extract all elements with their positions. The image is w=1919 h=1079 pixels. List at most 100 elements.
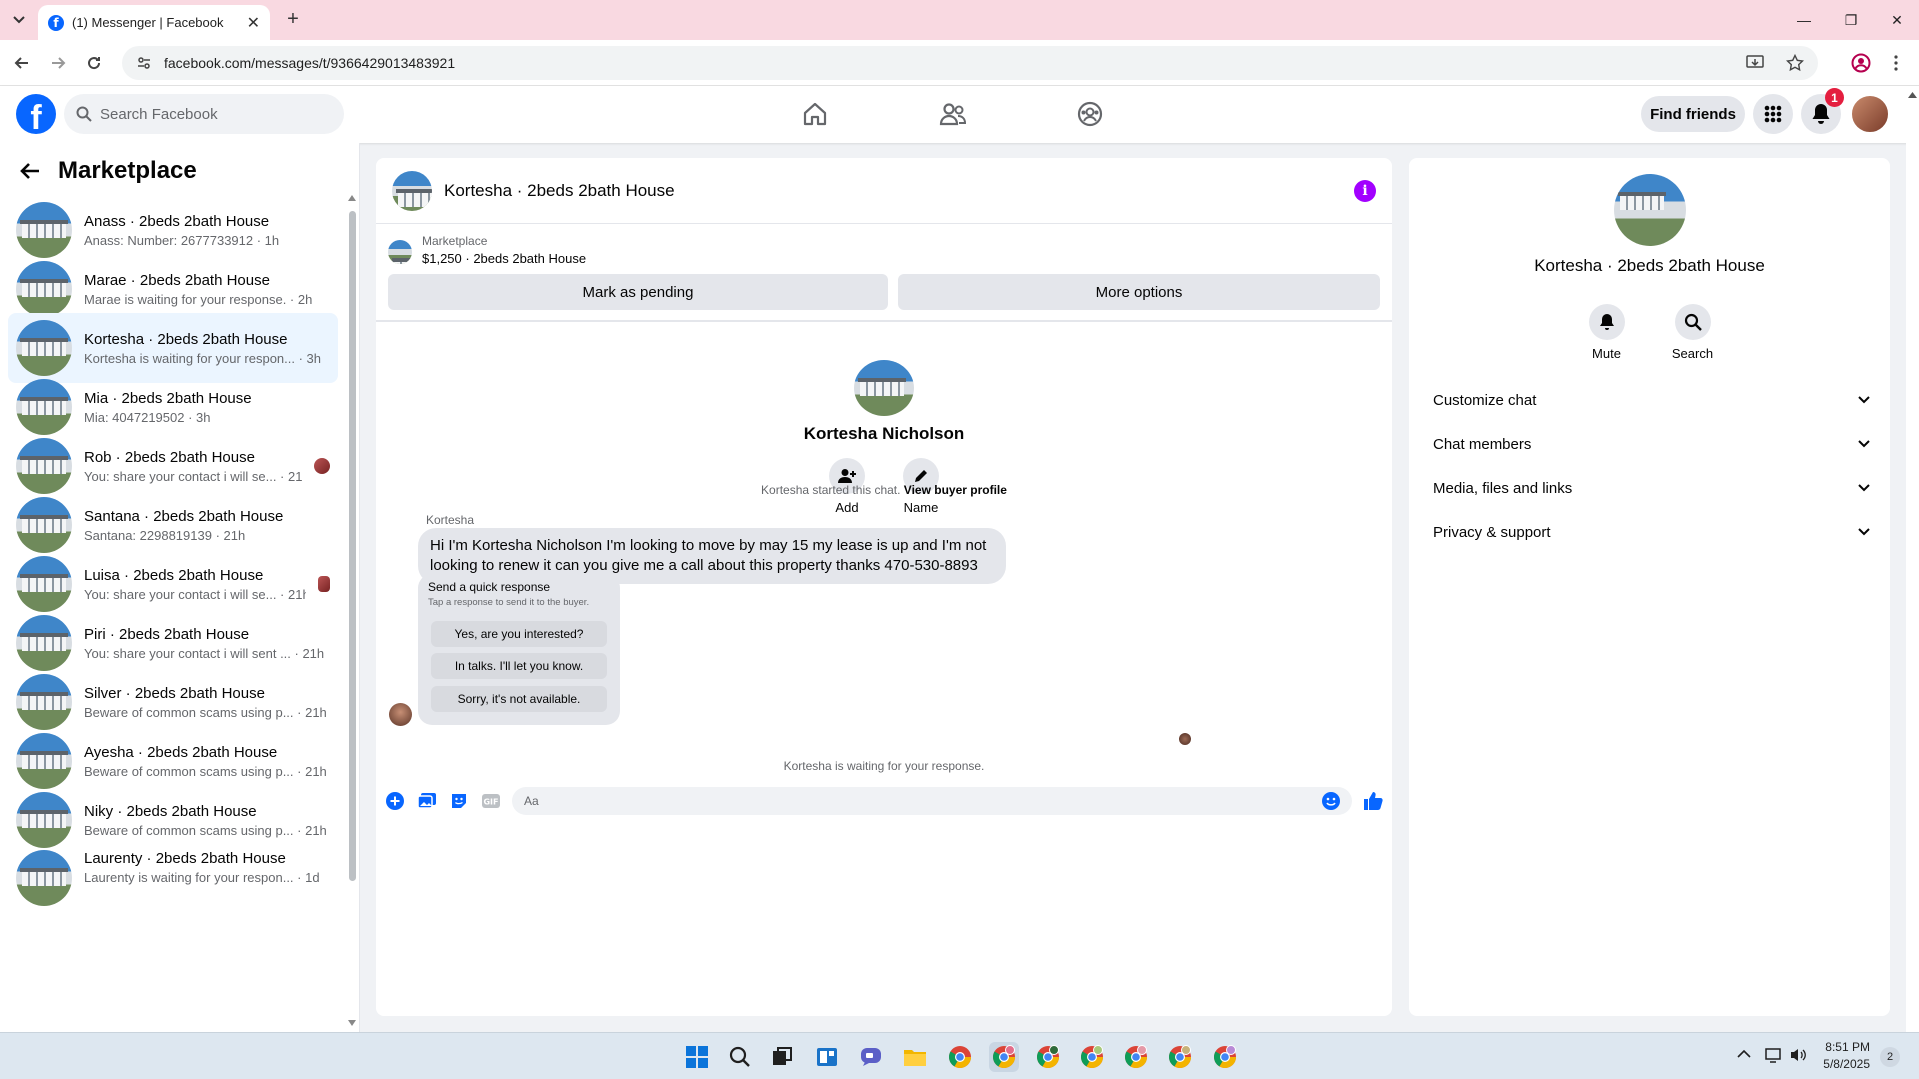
- scroll-down-arrow-icon[interactable]: [348, 1020, 356, 1028]
- sidebar-title: Marketplace: [58, 157, 197, 184]
- volume-icon[interactable]: [1789, 1047, 1807, 1063]
- show-hidden-icons-chevron-icon[interactable]: [1737, 1049, 1751, 1059]
- back-arrow-icon[interactable]: [20, 162, 40, 180]
- gif-icon[interactable]: GIF: [480, 790, 502, 812]
- conversation-name: Niky · 2beds 2bath House: [84, 802, 257, 820]
- chrome-profile-1-icon[interactable]: [989, 1042, 1019, 1072]
- tab-search-icon[interactable]: [8, 11, 30, 29]
- reload-icon[interactable]: [82, 51, 106, 75]
- conversation-preview: Beware of common scams using p... · 21h: [84, 704, 327, 720]
- profile-icon[interactable]: [1849, 51, 1873, 75]
- media-files-links-section[interactable]: Media, files and links: [1425, 468, 1874, 508]
- listing-thumbnail: [16, 615, 72, 671]
- listing-thumbnail: [16, 438, 72, 494]
- chrome-profile-5-icon[interactable]: [1165, 1042, 1195, 1072]
- seen-avatar: [314, 458, 330, 474]
- message-input[interactable]: Aa: [512, 787, 1352, 815]
- view-buyer-profile-link[interactable]: View buyer profile: [904, 483, 1007, 497]
- more-options-button[interactable]: More options: [898, 274, 1380, 310]
- section-label: Customize chat: [1433, 391, 1537, 409]
- address-bar[interactable]: facebook.com/messages/t/9366429013483921: [122, 46, 1818, 80]
- svg-text:GIF: GIF: [483, 798, 498, 807]
- listing-price-title: $1,250 · 2beds 2bath House: [422, 251, 587, 266]
- thumbs-up-icon[interactable]: [1362, 790, 1384, 812]
- quick-reply-in-talks[interactable]: In talks. I'll let you know.: [431, 653, 607, 679]
- scroll-up-arrow-icon[interactable]: [348, 195, 356, 203]
- started-text: Kortesha started this chat.: [761, 483, 901, 497]
- close-tab-icon[interactable]: ✕: [247, 13, 260, 33]
- facebook-logo-icon[interactable]: f: [16, 94, 56, 134]
- conversation-name: Santana · 2beds 2bath House: [84, 507, 284, 525]
- facebook-search-input[interactable]: Search Facebook: [64, 94, 344, 134]
- chat-listing-avatar[interactable]: [392, 170, 432, 211]
- close-window-button[interactable]: ✕: [1877, 8, 1917, 32]
- conversation-name: Silver · 2beds 2bath House: [84, 684, 265, 702]
- windows-start-icon[interactable]: [682, 1042, 712, 1072]
- info-avatar[interactable]: [1614, 174, 1686, 246]
- search-placeholder: Search Facebook: [100, 105, 218, 123]
- install-app-icon[interactable]: [1746, 55, 1764, 71]
- mute-button[interactable]: Mute: [1582, 304, 1632, 361]
- task-view-icon[interactable]: [767, 1042, 797, 1072]
- marketplace-listing-summary[interactable]: Marketplace $1,250 · 2beds 2bath House: [388, 234, 586, 266]
- quick-reply-not-available[interactable]: Sorry, it's not available.: [431, 686, 607, 712]
- account-avatar[interactable]: [1850, 94, 1890, 134]
- seen-avatar: [318, 576, 330, 592]
- teams-chat-icon[interactable]: [856, 1042, 886, 1072]
- restore-window-button[interactable]: ❐: [1831, 8, 1871, 32]
- chat-members-section[interactable]: Chat members: [1425, 424, 1874, 464]
- customize-chat-section[interactable]: Customize chat: [1425, 380, 1874, 420]
- taskbar-search-icon[interactable]: [725, 1042, 755, 1072]
- privacy-support-section[interactable]: Privacy & support: [1425, 512, 1874, 552]
- mark-as-pending-button[interactable]: Mark as pending: [388, 274, 888, 310]
- groups-icon[interactable]: [1070, 96, 1110, 132]
- file-explorer-icon[interactable]: [900, 1042, 930, 1072]
- conversation-preview: Kortesha is waiting for your respon... ·…: [84, 350, 322, 366]
- notification-center-badge[interactable]: 2: [1880, 1047, 1900, 1067]
- conversation-item[interactable]: Laurenty · 2beds 2bath House Laurenty is …: [8, 844, 338, 906]
- emoji-icon[interactable]: [1322, 792, 1340, 810]
- chrome-profile-3-icon[interactable]: [1077, 1042, 1107, 1072]
- site-settings-icon[interactable]: [136, 55, 152, 71]
- plus-icon[interactable]: [384, 790, 406, 812]
- conversation-preview: Marae is waiting for your response. · 2h: [84, 291, 313, 307]
- system-clock[interactable]: 8:51 PM 5/8/2025: [1810, 1039, 1870, 1073]
- chrome-icon[interactable]: [945, 1042, 975, 1072]
- chrome-profile-4-icon[interactable]: [1121, 1042, 1151, 1072]
- quick-reply-interested[interactable]: Yes, are you interested?: [431, 621, 607, 647]
- sticker-icon[interactable]: [448, 790, 470, 812]
- search-in-chat-button[interactable]: Search: [1668, 304, 1718, 361]
- page-scrollbar[interactable]: [1906, 86, 1919, 1032]
- conversation-preview: Santana: 2298819139 · 21h: [84, 527, 246, 543]
- bookmark-star-icon[interactable]: [1786, 54, 1804, 72]
- bell-icon: [1588, 304, 1625, 340]
- sidebar-header: Marketplace: [20, 157, 197, 185]
- home-icon[interactable]: [795, 96, 835, 132]
- section-label: Chat members: [1433, 435, 1532, 453]
- sidebar-scrollbar-thumb[interactable]: [349, 211, 356, 881]
- back-arrow-icon[interactable]: [10, 51, 34, 75]
- minimize-window-button[interactable]: —: [1784, 8, 1824, 32]
- info-icon[interactable]: i: [1354, 179, 1376, 202]
- browser-tab-messenger[interactable]: f (1) Messenger | Facebook ✕: [38, 5, 270, 40]
- find-friends-button[interactable]: Find friends: [1641, 96, 1745, 132]
- message-input-placeholder: Aa: [524, 794, 539, 808]
- contact-avatar[interactable]: [854, 360, 914, 416]
- friends-icon[interactable]: [933, 96, 973, 132]
- browser-menu-icon[interactable]: [1884, 51, 1908, 75]
- sender-avatar[interactable]: [389, 703, 412, 726]
- conversation-name: Anass · 2beds 2bath House: [84, 212, 270, 230]
- chrome-profile-2-icon[interactable]: [1033, 1042, 1063, 1072]
- network-icon[interactable]: [1765, 1047, 1783, 1063]
- widgets-icon[interactable]: [812, 1042, 842, 1072]
- menu-grid-icon[interactable]: [1753, 94, 1793, 134]
- info-actions: Mute Search: [1409, 304, 1890, 361]
- clock-date: 5/8/2025: [1823, 1057, 1870, 1071]
- new-tab-button[interactable]: +: [282, 9, 304, 31]
- forward-arrow-icon[interactable]: [46, 51, 70, 75]
- chrome-profile-6-icon[interactable]: [1210, 1042, 1240, 1072]
- chevron-down-icon: [1858, 484, 1870, 492]
- mute-label: Mute: [1592, 346, 1621, 361]
- chat-title[interactable]: Kortesha · 2beds 2bath House: [444, 181, 1342, 201]
- photo-icon[interactable]: [416, 790, 438, 812]
